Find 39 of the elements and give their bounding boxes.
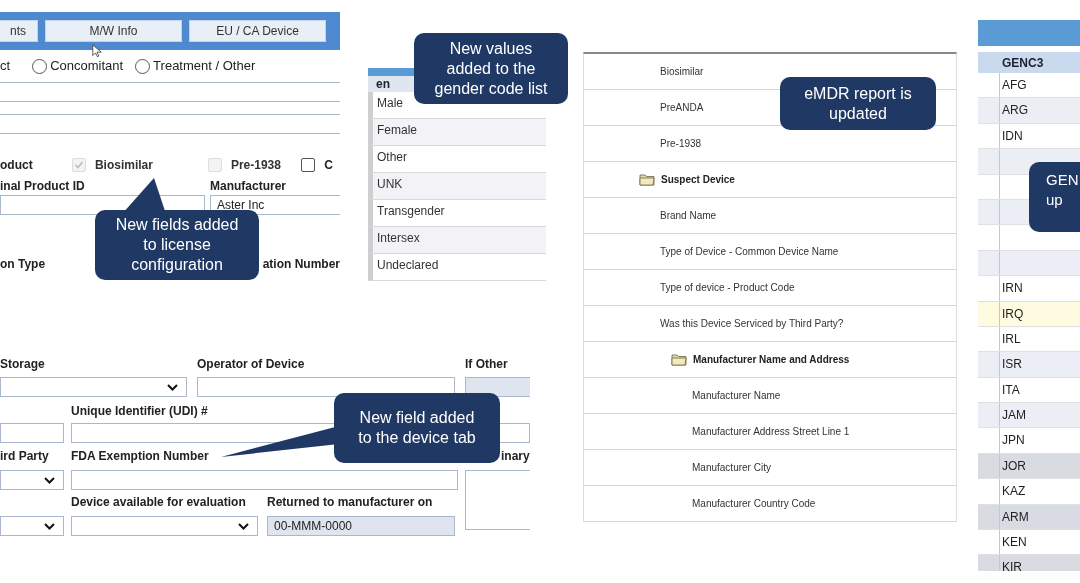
- radio-label: Treatment / Other: [153, 57, 256, 76]
- table-cell-text: KIR: [1001, 559, 1022, 571]
- table-cell-text: IRN: [1001, 280, 1023, 298]
- table-cell-text: AFG: [1001, 77, 1027, 94]
- field-label: Operator of Device: [197, 356, 306, 373]
- field-label: Device available for evaluation: [71, 494, 247, 511]
- callout-tooltip: GEN up: [1029, 162, 1080, 232]
- checkbox-label: C: [324, 157, 333, 174]
- table-cell-text: KEN: [1001, 534, 1027, 552]
- column-header: GENC3: [978, 52, 1080, 73]
- field-label: Returned to manufacturer on: [267, 494, 434, 511]
- field-label: oduct: [0, 157, 34, 174]
- checkbox-label: Biosimilar: [94, 157, 153, 174]
- table-cell-text: JPN: [1001, 432, 1025, 450]
- field-label: inal Product ID: [0, 178, 86, 195]
- table-cell-text: IRQ: [1001, 305, 1024, 323]
- table-cell-text: KAZ: [1001, 483, 1026, 501]
- table-cell-text: ARM: [1001, 508, 1029, 526]
- table-cell-text: JAM: [1001, 407, 1026, 425]
- callout-tooltip: New field added to the device tab: [334, 393, 500, 463]
- callout-tooltip: eMDR report is updated: [780, 77, 936, 130]
- radio-label: Concomitant: [50, 57, 124, 76]
- table-cell-text: ARG: [1001, 102, 1028, 120]
- field-label: ird Party: [0, 448, 50, 465]
- radio-label: ct: [0, 57, 11, 76]
- table-cell-text: JOR: [1001, 457, 1026, 475]
- field-label: FDA Exemption Number: [71, 448, 210, 465]
- table-cell-text: ISR: [1001, 356, 1022, 374]
- field-label: ation Number: [262, 256, 340, 273]
- table-cell-text: ITA: [1001, 381, 1020, 399]
- field-label: Storage: [0, 356, 46, 373]
- callout-tooltip: New values added to the gender code list: [414, 33, 568, 104]
- field-label: inary: [501, 448, 530, 465]
- table-cell-text: IRL: [1001, 330, 1021, 348]
- field-label: If Other: [465, 356, 509, 373]
- field-label: on Type: [0, 256, 46, 273]
- table-cell-text: IDN: [1001, 127, 1023, 145]
- field-label: Manufacturer: [210, 178, 287, 195]
- checkbox-label: Pre-1938: [230, 157, 281, 174]
